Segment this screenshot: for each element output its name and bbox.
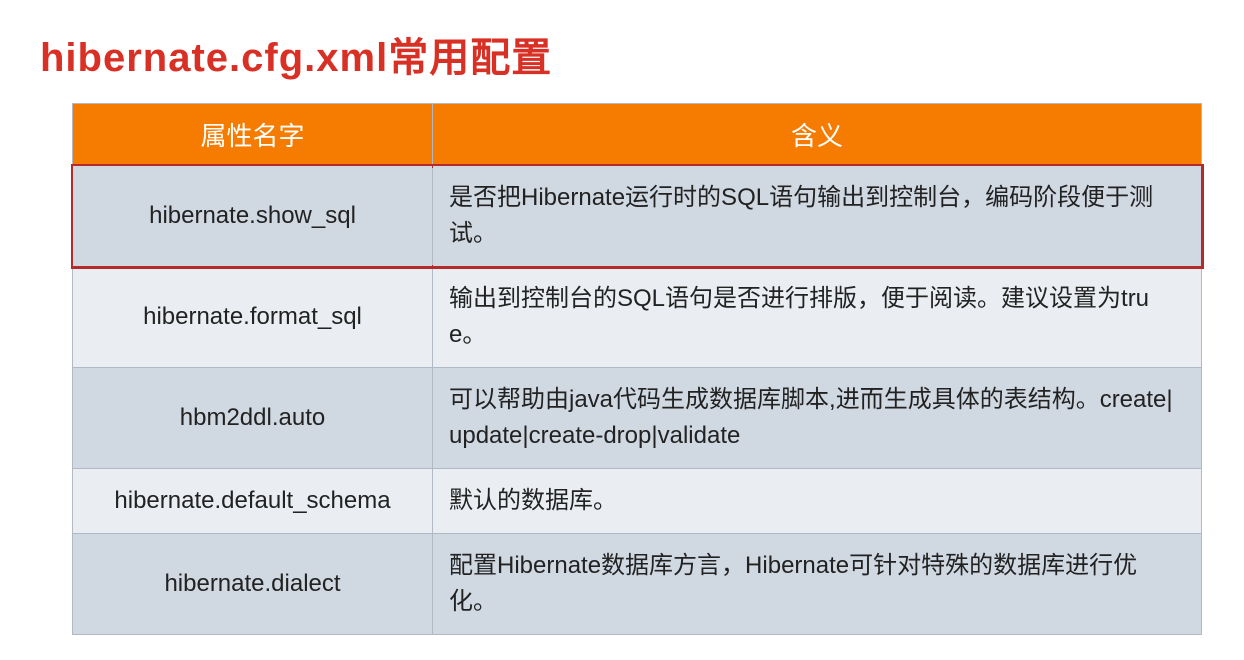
property-name-cell: hibernate.show_sql <box>73 166 433 267</box>
page-title: hibernate.cfg.xml常用配置 <box>40 25 1204 83</box>
table-row: hbm2ddl.auto可以帮助由java代码生成数据库脚本,进而生成具体的表结… <box>73 368 1202 469</box>
property-name-cell: hibernate.default_schema <box>73 469 433 534</box>
header-meaning: 含义 <box>433 104 1202 166</box>
header-name: 属性名字 <box>73 104 433 166</box>
property-meaning-cell: 默认的数据库。 <box>433 469 1202 534</box>
table-row: hibernate.dialect配置Hibernate数据库方言，Hibern… <box>73 534 1202 635</box>
property-name-cell: hibernate.format_sql <box>73 267 433 368</box>
property-name-cell: hibernate.dialect <box>73 534 433 635</box>
property-meaning-cell: 配置Hibernate数据库方言，Hibernate可针对特殊的数据库进行优化。 <box>433 534 1202 635</box>
property-meaning-cell: 是否把Hibernate运行时的SQL语句输出到控制台，编码阶段便于测试。 <box>433 166 1202 267</box>
property-meaning-cell: 输出到控制台的SQL语句是否进行排版，便于阅读。建议设置为true。 <box>433 267 1202 368</box>
property-meaning-cell: 可以帮助由java代码生成数据库脚本,进而生成具体的表结构。create|upd… <box>433 368 1202 469</box>
config-table-wrapper: 属性名字 含义 hibernate.show_sql是否把Hibernate运行… <box>72 103 1202 635</box>
property-name-cell: hbm2ddl.auto <box>73 368 433 469</box>
table-row: hibernate.show_sql是否把Hibernate运行时的SQL语句输… <box>73 166 1202 267</box>
table-row: hibernate.format_sql输出到控制台的SQL语句是否进行排版，便… <box>73 267 1202 368</box>
table-header-row: 属性名字 含义 <box>73 104 1202 166</box>
config-table: 属性名字 含义 hibernate.show_sql是否把Hibernate运行… <box>72 103 1202 635</box>
table-row: hibernate.default_schema默认的数据库。 <box>73 469 1202 534</box>
